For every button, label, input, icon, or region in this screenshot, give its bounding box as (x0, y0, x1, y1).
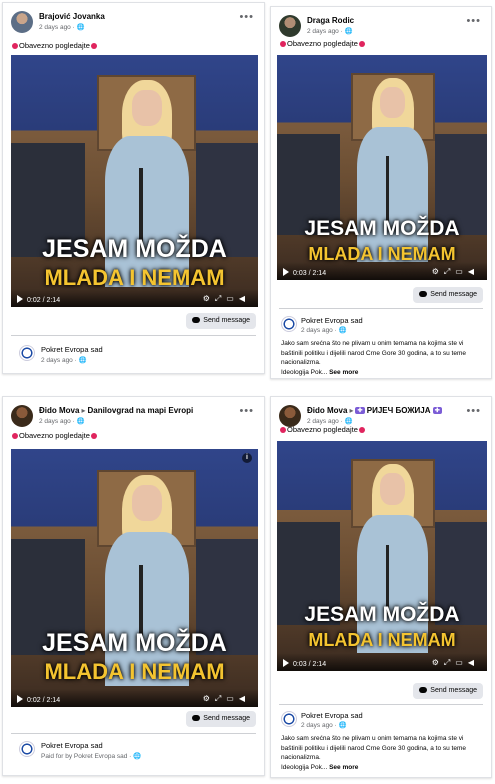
avatar[interactable] (279, 405, 301, 427)
video-player[interactable]: JESAM MOŽDA MLADA I NEMAM 0:03 / 2:14 ⚙⤢… (277, 441, 487, 671)
page-avatar[interactable] (281, 711, 297, 727)
video-controls: 0:02 / 2:14 ⚙⤢▭◀ (11, 689, 258, 707)
page-avatar[interactable] (281, 316, 297, 332)
video-time: 0:02 / 2:14 (27, 297, 61, 304)
messenger-icon (192, 317, 201, 324)
post-caption: Obavezno pogledajte (11, 431, 98, 440)
emoji-badge-icon: ✚ (355, 407, 365, 415)
author-name[interactable]: Đido Mova ▸ Danilovgrad na mapi Evropi (39, 406, 193, 415)
video-title-line2: MLADA I NEMAM (44, 265, 225, 290)
post-body-text: Jako sam srećna što ne plivam u onim tem… (281, 340, 466, 376)
post-timestamp[interactable]: 2 days ago · 🌐 (307, 417, 353, 425)
page-timestamp: 2 days ago · 🌐 (301, 327, 347, 334)
page-name[interactable]: Pokret Evropa sad (41, 741, 103, 750)
avatar[interactable] (11, 405, 33, 427)
post-header: Brajović Jovanka 2 days ago · 🌐 ••• (11, 11, 256, 37)
video-title-line2: MLADA I NEMAM (308, 630, 456, 650)
play-icon[interactable] (17, 295, 23, 303)
video-time: 0:03 / 2:14 (293, 270, 327, 277)
video-title-line2: MLADA I NEMAM (44, 659, 225, 684)
messenger-icon (192, 715, 201, 722)
post-timestamp[interactable]: 2 days ago · 🌐 (39, 23, 85, 31)
video-player[interactable]: JESAM MOŽDA MLADA I NEMAM 0:02 / 2:14 ⚙⤢… (11, 55, 258, 307)
post-header: Draga Rodic 2 days ago · 🌐 ••• (279, 15, 483, 41)
sponsored-label: Paid for by Pokret Evropa sad · 🌐 (41, 753, 142, 760)
arrow-right-icon: ▸ (349, 406, 354, 415)
page-timestamp: 2 days ago · 🌐 (301, 722, 347, 729)
player-settings-icons[interactable]: ⚙⤢▭◀ (432, 267, 479, 277)
post-caption: Obavezno pogledajte (11, 41, 98, 50)
video-title-line1: JESAM MOŽDA (304, 603, 460, 626)
play-icon[interactable] (17, 695, 23, 703)
post-card-1: Brajović Jovanka 2 days ago · 🌐 ••• Obav… (2, 2, 265, 374)
red-circle-icon (90, 43, 97, 50)
messenger-icon (419, 687, 428, 694)
player-settings-icons[interactable]: ⚙⤢▭◀ (432, 658, 479, 668)
post-caption: Obavezno pogledajte (279, 39, 366, 48)
red-circle-icon (12, 433, 18, 440)
player-settings-icons[interactable]: ⚙⤢▭◀ (203, 294, 250, 304)
more-options-icon[interactable]: ••• (239, 405, 254, 417)
send-message-button[interactable]: Send message (413, 683, 483, 699)
video-time: 0:03 / 2:14 (293, 661, 327, 668)
post-caption: Obavezno pogledajte (279, 425, 366, 434)
red-circle-icon (358, 427, 365, 434)
red-circle-icon (358, 41, 365, 48)
post-card-3: Đido Mova ▸ Danilovgrad na mapi Evropi 2 d… (2, 396, 265, 776)
avatar[interactable] (11, 11, 33, 33)
post-timestamp[interactable]: 2 days ago · 🌐 (307, 27, 353, 35)
red-circle-icon (280, 41, 286, 48)
video-title-line1: JESAM MOŽDA (42, 235, 227, 263)
avatar[interactable] (279, 15, 301, 37)
play-icon[interactable] (283, 659, 289, 667)
page-avatar[interactable] (19, 345, 35, 361)
arrow-right-icon: ▸ (81, 406, 86, 415)
info-icon[interactable]: i (242, 453, 252, 463)
video-time: 0:02 / 2:14 (27, 697, 61, 704)
author-name[interactable]: Đido Mova ▸ ✚ РИЈЕЧ БОЖИЈА ✚ (307, 406, 442, 415)
page-timestamp: 2 days ago · 🌐 (41, 357, 87, 364)
more-options-icon[interactable]: ••• (239, 11, 254, 23)
send-message-button[interactable]: Send message (413, 287, 483, 303)
red-circle-icon (12, 43, 18, 50)
author-name[interactable]: Brajović Jovanka (39, 12, 105, 21)
post-timestamp[interactable]: 2 days ago · 🌐 (39, 417, 85, 425)
red-circle-icon (90, 433, 97, 440)
post-card-4: Đido Mova ▸ ✚ РИЈЕЧ БОЖИЈА ✚ 2 days ago · … (270, 396, 492, 778)
video-player[interactable]: JESAM MOŽDA MLADA I NEMAM 0:03 / 2:14 ⚙⤢… (277, 55, 487, 280)
author-name[interactable]: Draga Rodic (307, 16, 354, 25)
post-card-2: Draga Rodic 2 days ago · 🌐 ••• Obavezno … (270, 6, 492, 379)
more-options-icon[interactable]: ••• (466, 15, 481, 27)
video-player[interactable]: i JESAM MOŽDA MLADA I NEMAM 0:02 / 2:14 … (11, 449, 258, 707)
video-controls: 0:03 / 2:14 ⚙⤢▭◀ (277, 262, 487, 280)
video-controls: 0:03 / 2:14 ⚙⤢▭◀ (277, 653, 487, 671)
red-circle-icon (280, 427, 286, 434)
player-settings-icons[interactable]: ⚙⤢▭◀ (203, 694, 250, 704)
post-body-text: Jako sam srećna što ne plivam u onim tem… (281, 735, 466, 771)
video-title-line1: JESAM MOŽDA (304, 217, 460, 240)
messenger-icon (419, 291, 428, 298)
page-name[interactable]: Pokret Evropa sad (301, 711, 363, 720)
emoji-badge-icon: ✚ (432, 407, 442, 415)
send-message-button[interactable]: Send message (186, 711, 256, 727)
page-name[interactable]: Pokret Evropa sad (41, 345, 103, 354)
video-controls: 0:02 / 2:14 ⚙⤢▭◀ (11, 289, 258, 307)
page-name[interactable]: Pokret Evropa sad (301, 316, 363, 325)
see-more-link[interactable]: See more (329, 764, 358, 771)
page-avatar[interactable] (19, 741, 35, 757)
see-more-link[interactable]: See more (329, 369, 358, 376)
post-header: Đido Mova ▸ Danilovgrad na mapi Evropi 2 d… (11, 405, 256, 431)
send-message-button[interactable]: Send message (186, 313, 256, 329)
more-options-icon[interactable]: ••• (466, 405, 481, 417)
video-title-line1: JESAM MOŽDA (42, 629, 227, 657)
play-icon[interactable] (283, 268, 289, 276)
